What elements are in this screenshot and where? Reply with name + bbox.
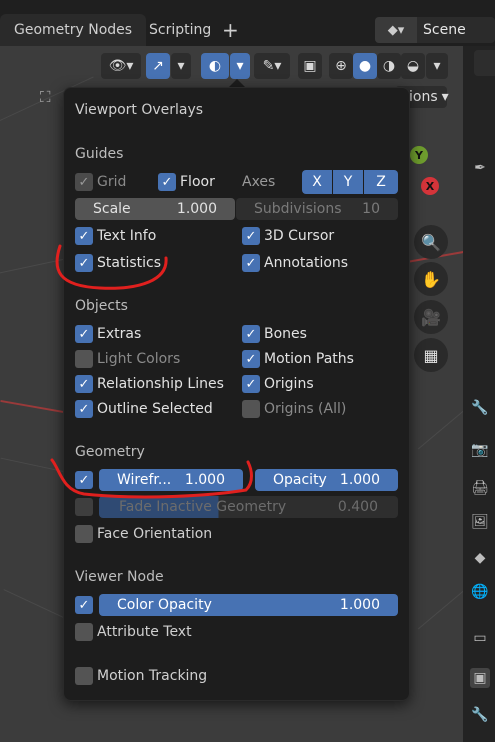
wireframe-annotation-stroke [50,458,253,499]
annotation-layer [50,244,253,499]
statistics-annotation-stroke [55,244,168,290]
